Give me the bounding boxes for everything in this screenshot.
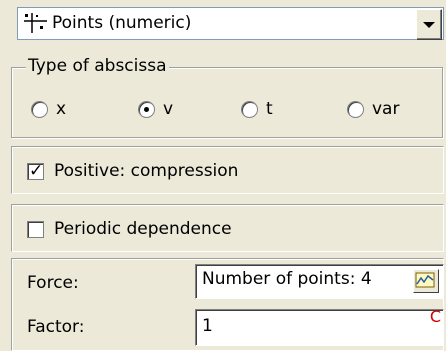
factor-field[interactable]: 1 C	[195, 307, 444, 346]
radio-circle[interactable]	[31, 100, 48, 118]
radio-circle[interactable]	[347, 100, 364, 118]
periodic-dependence-checkbox[interactable]: Periodic dependence	[27, 219, 232, 239]
checkbox-box[interactable]: ✓	[27, 160, 44, 181]
radio-var[interactable]: var	[347, 99, 399, 119]
factor-label: Factor:	[27, 317, 85, 337]
radio-label-var: var	[372, 99, 400, 119]
dropdown-button[interactable]	[416, 9, 442, 40]
edit-points-button[interactable]	[413, 269, 439, 293]
radio-label-x: x	[56, 99, 67, 119]
radio-v[interactable]: v	[138, 99, 173, 119]
function-type-combobox[interactable]: Points (numeric)	[17, 7, 444, 40]
force-label: Force:	[27, 273, 79, 293]
abscissa-group-title: Type of abscissa	[26, 56, 169, 76]
positive-compression-label: Positive: compression	[54, 161, 239, 181]
force-value: Number of points: 4	[202, 269, 372, 289]
periodic-dependence-label: Periodic dependence	[54, 219, 232, 239]
radio-x[interactable]: x	[31, 99, 66, 119]
radio-circle[interactable]	[241, 100, 258, 118]
radio-label-v: v	[163, 99, 174, 119]
checkbox-box[interactable]	[27, 220, 44, 238]
radio-t[interactable]: t	[241, 99, 273, 119]
radio-selected-dot	[144, 106, 149, 112]
chevron-down-icon	[423, 22, 435, 28]
checkmark-icon: ✓	[29, 160, 44, 181]
points-icon	[24, 13, 47, 33]
constant-marker: C	[429, 307, 441, 326]
factor-value: 1	[202, 316, 213, 336]
graph-icon	[415, 272, 435, 288]
radio-label-t: t	[266, 99, 273, 119]
radio-circle[interactable]	[138, 100, 155, 118]
combobox-value: Points (numeric)	[52, 13, 192, 33]
force-field[interactable]: Number of points: 4	[195, 264, 444, 299]
positive-compression-checkbox[interactable]: ✓ Positive: compression	[27, 161, 238, 181]
